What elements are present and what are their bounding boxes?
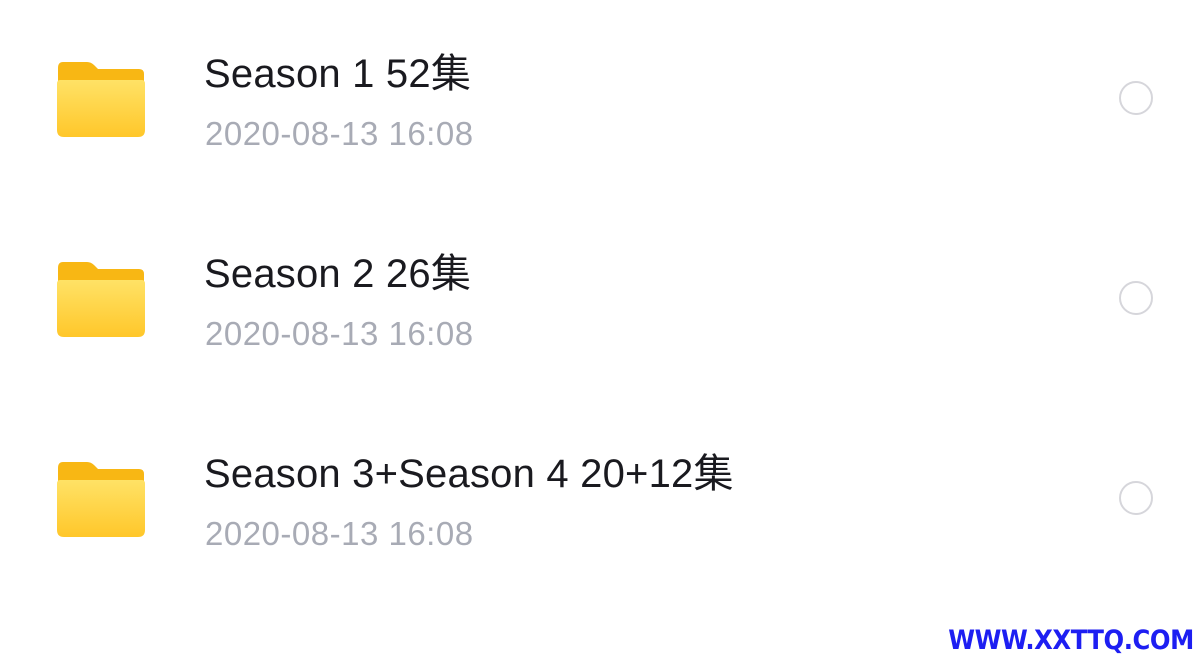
file-list: Season 1 52集 2020-08-13 16:08 Season 2 2… (0, 0, 1200, 600)
list-item[interactable]: Season 3+Season 4 20+12集 2020-08-13 16:0… (0, 400, 1200, 600)
list-item[interactable]: Season 2 26集 2020-08-13 16:08 (0, 200, 1200, 400)
select-radio[interactable] (1119, 281, 1153, 315)
list-item[interactable]: Season 1 52集 2020-08-13 16:08 (0, 0, 1200, 200)
file-date: 2020-08-13 16:08 (205, 515, 474, 552)
file-date: 2020-08-13 16:08 (205, 315, 474, 352)
file-name: Season 3+Season 4 20+12集 (204, 452, 734, 496)
folder-icon (57, 260, 145, 338)
select-radio[interactable] (1119, 81, 1153, 115)
folder-icon (57, 60, 145, 138)
file-date: 2020-08-13 16:08 (205, 115, 474, 152)
select-radio[interactable] (1119, 481, 1153, 515)
folder-icon (57, 460, 145, 538)
file-name: Season 1 52集 (204, 52, 472, 96)
watermark: WWW.XXTTQ.COM (948, 625, 1194, 656)
file-name: Season 2 26集 (204, 252, 472, 296)
